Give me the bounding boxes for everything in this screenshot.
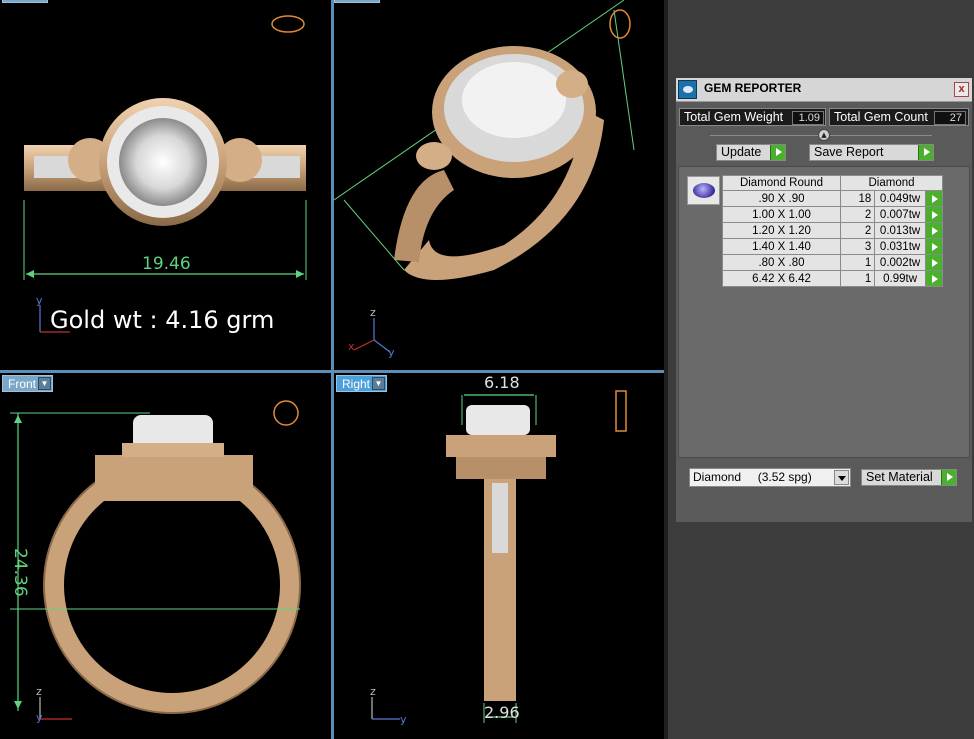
row-size: 1.00 X 1.00 xyxy=(722,206,841,223)
gem-table-header: Diamond Round Diamond xyxy=(722,175,943,191)
gem-reporter-titlebar: GEM REPORTER x xyxy=(676,78,972,102)
gem-reporter-panel: GEM REPORTER x Total Gem Weight 1.09 Tot… xyxy=(676,78,972,728)
column-header-stone: Diamond xyxy=(840,175,943,191)
table-row[interactable]: 1.00 X 1.00 2 0.007tw xyxy=(722,206,944,223)
persp-dim-line-c xyxy=(613,9,635,151)
row-count: 1 xyxy=(839,270,876,287)
row-go-button[interactable] xyxy=(924,206,944,223)
row-weight: 0.99tw xyxy=(874,270,926,287)
set-material-button[interactable]: Set Material xyxy=(861,469,957,486)
jewelry-cad-window: 19.46 Gold wt : 4.16 grm y z y x Front ▼… xyxy=(0,0,974,739)
row-size: .80 X .80 xyxy=(722,254,841,271)
total-gem-count-label: Total Gem Count xyxy=(834,110,928,124)
axis-label-x: x xyxy=(348,340,355,353)
right-center-diamond xyxy=(466,405,530,435)
total-gem-count-box: Total Gem Count 27 xyxy=(829,108,969,126)
total-gem-weight-value: 1.09 xyxy=(792,111,824,125)
row-count: 18 xyxy=(839,190,876,207)
row-count: 3 xyxy=(839,238,876,255)
view-orientation-icon xyxy=(273,400,299,426)
top-viewport[interactable]: 19.46 Gold wt : 4.16 grm y xyxy=(0,0,331,370)
row-go-button[interactable] xyxy=(924,190,944,207)
persp-heart-right xyxy=(556,70,588,98)
row-count: 1 xyxy=(839,254,876,271)
table-row[interactable]: .80 X .80 1 0.002tw xyxy=(722,254,944,271)
play-arrow-icon xyxy=(918,145,933,160)
axis-label-z: z xyxy=(36,685,42,698)
row-weight: 0.002tw xyxy=(874,254,926,271)
row-go-button[interactable] xyxy=(924,270,944,287)
table-row[interactable]: 6.42 X 6.42 1 0.99tw xyxy=(722,270,944,287)
front-setting xyxy=(95,455,253,501)
row-weight: 0.007tw xyxy=(874,206,926,223)
right-setting xyxy=(446,435,556,457)
axis-label-z: z xyxy=(370,306,376,319)
play-arrow-icon xyxy=(941,470,956,485)
center-diamond xyxy=(119,118,207,206)
view-orientation-icon xyxy=(609,9,631,39)
close-icon[interactable]: x xyxy=(954,82,969,97)
chevron-down-icon[interactable] xyxy=(834,470,849,485)
front-view-render xyxy=(10,400,301,720)
perspective-viewport[interactable]: z y x xyxy=(334,0,664,370)
row-count: 2 xyxy=(839,206,876,223)
row-weight: 0.013tw xyxy=(874,222,926,239)
row-go-button[interactable] xyxy=(924,238,944,255)
front-height-dimension: 24.36 xyxy=(10,548,30,597)
front-viewport[interactable]: Front ▼ 24.36 z y xyxy=(0,373,331,739)
update-button[interactable]: Update xyxy=(716,144,786,161)
axis-label-y: y xyxy=(36,711,43,724)
diamond-gem-icon[interactable] xyxy=(687,176,720,205)
row-size: 6.42 X 6.42 xyxy=(722,270,841,287)
row-go-button[interactable] xyxy=(924,222,944,239)
axis-label-y: y xyxy=(388,346,395,359)
gem-reporter-body: Total Gem Weight 1.09 Total Gem Count 27… xyxy=(676,102,972,522)
right-viewport[interactable]: Right ▼ 6.18 2.96 z y xyxy=(334,373,664,739)
axis-label-y: y xyxy=(400,713,407,726)
row-size: .90 X .90 xyxy=(722,190,841,207)
axis-label-y: y xyxy=(36,294,43,307)
play-arrow-icon xyxy=(770,145,785,160)
right-view-render xyxy=(371,390,627,723)
persp-heart-left xyxy=(416,142,452,170)
update-button-label: Update xyxy=(721,145,762,159)
material-select[interactable]: Diamond (3.52 spg) xyxy=(689,468,851,487)
total-gem-count-value: 27 xyxy=(934,111,966,125)
row-weight: 0.049tw xyxy=(874,190,926,207)
row-size: 1.20 X 1.20 xyxy=(722,222,841,239)
row-size: 1.40 X 1.40 xyxy=(722,238,841,255)
front-ring-band xyxy=(44,457,300,713)
total-gem-weight-label: Total Gem Weight xyxy=(684,110,784,124)
perspective-view-render xyxy=(334,0,635,353)
save-report-button[interactable]: Save Report xyxy=(809,144,934,161)
row-weight: 0.031tw xyxy=(874,238,926,255)
set-material-button-label: Set Material xyxy=(866,470,933,484)
material-select-value: Diamond (3.52 spg) xyxy=(693,470,812,484)
row-count: 2 xyxy=(839,222,876,239)
top-width-dimension: 19.46 xyxy=(142,254,191,274)
save-report-button-label: Save Report xyxy=(814,145,884,159)
persp-center-diamond xyxy=(462,62,566,138)
gem-reporter-logo-icon xyxy=(678,80,697,99)
gold-weight-note: Gold wt : 4.16 grm xyxy=(50,306,275,334)
gem-table-area: Diamond Round Diamond .90 X .90 18 0.049… xyxy=(678,166,970,458)
gem-reporter-title: GEM REPORTER xyxy=(704,81,802,95)
collapse-toggle-icon[interactable]: ▲ xyxy=(818,129,830,141)
right-side-stones xyxy=(492,483,508,553)
column-header-shape: Diamond Round xyxy=(722,175,841,191)
table-row[interactable]: 1.40 X 1.40 3 0.031tw xyxy=(722,238,944,255)
view-orientation-icon xyxy=(271,15,305,33)
right-top-dimension: 6.18 xyxy=(484,373,520,392)
gem-table: Diamond Round Diamond .90 X .90 18 0.049… xyxy=(722,175,944,287)
right-bottom-dimension: 2.96 xyxy=(484,703,520,722)
axis-label-z: z xyxy=(370,685,376,698)
view-orientation-icon xyxy=(615,390,627,432)
table-row[interactable]: .90 X .90 18 0.049tw xyxy=(722,190,944,207)
table-row[interactable]: 1.20 X 1.20 2 0.013tw xyxy=(722,222,944,239)
total-gem-weight-box: Total Gem Weight 1.09 xyxy=(679,108,826,126)
viewport-divider-horizontal[interactable] xyxy=(0,370,664,373)
side-panel: GEM REPORTER x Total Gem Weight 1.09 Tot… xyxy=(664,0,974,739)
row-go-button[interactable] xyxy=(924,254,944,271)
